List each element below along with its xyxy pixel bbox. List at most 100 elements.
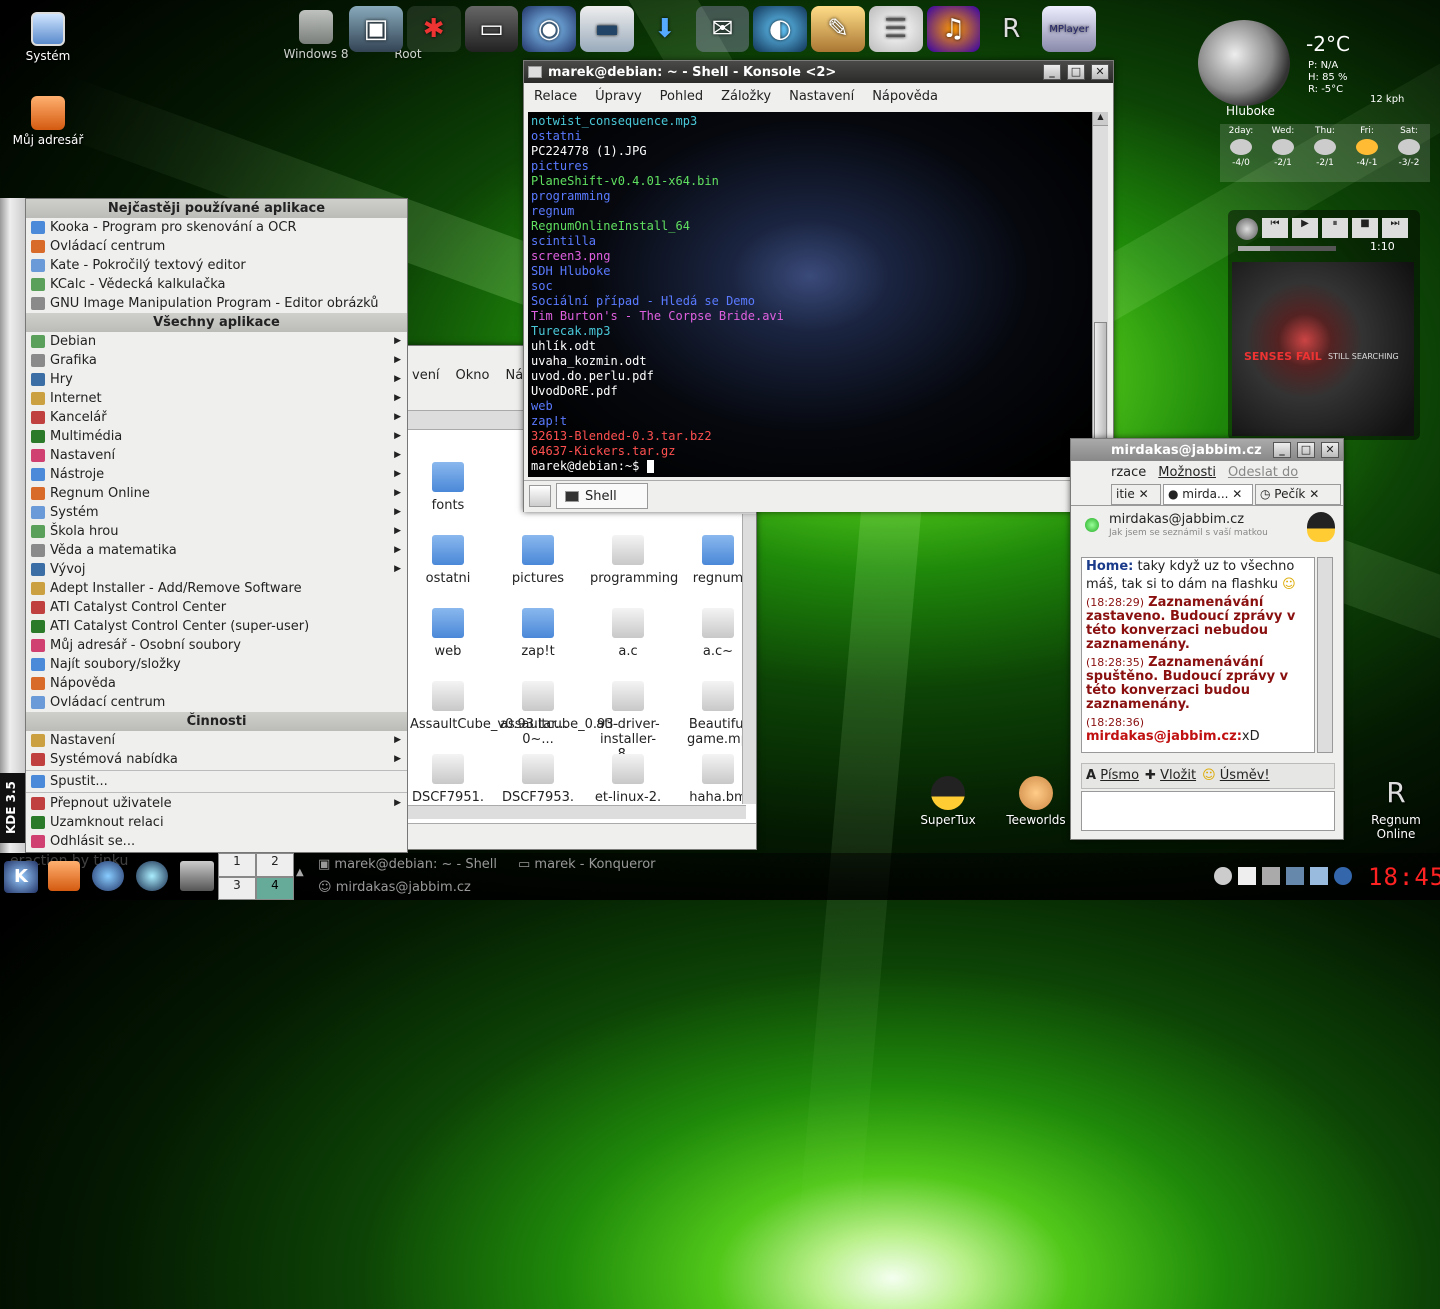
chat-log[interactable]: Home: taky když uz to všechno máš, tak si… bbox=[1081, 557, 1315, 753]
file-item[interactable]: assaultcube_0.93-0~... bbox=[500, 681, 618, 747]
pager-desktop-2[interactable]: 2 bbox=[256, 853, 294, 877]
file-item[interactable]: et-linux-2. bbox=[590, 754, 666, 805]
tray-tool-icon[interactable] bbox=[1262, 867, 1280, 885]
kmenu-item[interactable]: Nástroje ▶ bbox=[26, 465, 407, 484]
menu-item[interactable]: Možnosti bbox=[1158, 465, 1216, 480]
font-button[interactable]: A Písmo bbox=[1086, 768, 1139, 784]
kmenu-item[interactable]: Adept Installer - Add/Remove Software bbox=[26, 579, 407, 598]
tray-monitor-icon[interactable] bbox=[1310, 867, 1328, 885]
next-button[interactable]: ⏭ bbox=[1382, 218, 1408, 238]
dock-mplayer-icon[interactable]: MPlayer bbox=[1042, 6, 1096, 52]
kmenu-item[interactable]: Uzamknout relaci bbox=[26, 813, 407, 832]
tray-volume-icon[interactable] bbox=[1334, 867, 1352, 885]
menu-nastaveni[interactable]: Nastavení bbox=[789, 89, 854, 104]
close-button[interactable]: ✕ bbox=[1091, 64, 1109, 80]
file-item[interactable]: a.c bbox=[590, 608, 666, 659]
dock-dolphin-icon[interactable]: ◐ bbox=[753, 6, 808, 52]
kmenu-item[interactable]: Škola hrou ▶ bbox=[26, 522, 407, 541]
stop-button[interactable]: ■ bbox=[1352, 218, 1378, 238]
previous-button[interactable]: ⏮ bbox=[1262, 218, 1288, 238]
chat-scrollbar[interactable] bbox=[1317, 557, 1333, 753]
kmenu-item[interactable]: Systém ▶ bbox=[26, 503, 407, 522]
kmenu-item[interactable]: Odhlásit se... bbox=[26, 832, 407, 851]
task-konqueror[interactable]: ▭ marek - Konqueror bbox=[518, 857, 656, 872]
kmenu-item[interactable]: Grafika ▶ bbox=[26, 351, 407, 370]
kmenu-item[interactable]: Ovládací centrum bbox=[26, 237, 407, 256]
taskbar-arrow[interactable]: ▲ bbox=[296, 867, 304, 878]
kmenu-item[interactable]: Ovládací centrum bbox=[26, 693, 407, 712]
menu-zalozky[interactable]: Záložky bbox=[721, 89, 771, 104]
file-item[interactable]: ati-driver-installer-8... bbox=[590, 681, 666, 762]
desktop-launcher-icon[interactable] bbox=[180, 861, 214, 891]
dock-audacity-icon[interactable]: ♫ bbox=[926, 6, 981, 52]
kmenu-item[interactable]: Nastavení ▶ bbox=[26, 446, 407, 465]
kmenu-item[interactable]: Přepnout uživatele ▶ bbox=[26, 794, 407, 813]
dock-gimp-icon[interactable]: ✎ bbox=[811, 6, 865, 52]
menu-upravy[interactable]: Úpravy bbox=[595, 89, 641, 104]
desktop-icon-home[interactable]: Můj adresář bbox=[8, 96, 88, 147]
kmenu-button[interactable]: K bbox=[4, 861, 38, 893]
desktop-icon-supertux[interactable]: SuperTux bbox=[908, 776, 988, 827]
kmenu-item[interactable]: Multimédia ▶ bbox=[26, 427, 407, 446]
kmenu-item[interactable]: Hry ▶ bbox=[26, 370, 407, 389]
file-item[interactable]: DSCF7951. bbox=[410, 754, 486, 805]
kmenu-item[interactable]: Kooka - Program pro skenování a OCR bbox=[26, 218, 407, 237]
pager-desktop-1[interactable]: 1 bbox=[218, 853, 256, 877]
file-item[interactable]: programming bbox=[590, 535, 678, 586]
file-item[interactable]: AssaultCube_v0.93.tar... bbox=[410, 681, 568, 732]
dock-download-icon[interactable]: ⬇ bbox=[638, 6, 692, 52]
task-konsole[interactable]: ▣ marek@debian: ~ - Shell bbox=[318, 857, 497, 872]
horizontal-scrollbar[interactable] bbox=[406, 805, 746, 819]
chat-tab[interactable]: ◷ Pečík ✕ bbox=[1255, 484, 1341, 505]
menu-item[interactable]: vení bbox=[412, 368, 440, 410]
kmenu-item[interactable]: Kancelář ▶ bbox=[26, 408, 407, 427]
kmenu-item-run[interactable]: Spustit... bbox=[26, 772, 407, 791]
globe-launcher-icon[interactable] bbox=[92, 861, 124, 891]
task-chat[interactable]: ☺ mirdakas@jabbim.cz bbox=[318, 880, 471, 895]
maximize-button[interactable]: □ bbox=[1067, 64, 1085, 80]
dock-document-icon[interactable]: ☰ bbox=[868, 6, 923, 52]
terminal-output[interactable]: notwist_consequence.mp3 ostatni PC224778 (… bbox=[528, 112, 1092, 477]
desktop-icon-regnum[interactable]: R Regnum Online bbox=[1356, 776, 1436, 841]
kmenu-item[interactable]: ATI Catalyst Control Center (super-user) bbox=[26, 617, 407, 636]
desktop-icon-system[interactable]: Systém bbox=[8, 12, 88, 63]
dock-monitor-icon[interactable]: ▣ bbox=[349, 6, 403, 52]
kmenu-item[interactable]: Debian ▶ bbox=[26, 332, 407, 351]
browser-launcher-icon[interactable] bbox=[136, 861, 168, 891]
maximize-button[interactable]: □ bbox=[1297, 442, 1315, 458]
menu-item[interactable]: Okno bbox=[456, 368, 490, 410]
dock-browser-icon[interactable]: ◉ bbox=[522, 6, 577, 52]
menu-napoveda[interactable]: Nápověda bbox=[872, 89, 938, 104]
file-item[interactable]: DSCF7953. bbox=[500, 754, 576, 805]
kmenu-item[interactable]: Kate - Pokročilý textový editor bbox=[26, 256, 407, 275]
vertical-scrollbar[interactable] bbox=[742, 514, 756, 804]
kmenu-item[interactable]: Systémová nabídka ▶ bbox=[26, 750, 407, 769]
kmenu-item[interactable]: ATI Catalyst Control Center bbox=[26, 598, 407, 617]
message-input[interactable] bbox=[1081, 791, 1335, 831]
kmenu-item[interactable]: Internet ▶ bbox=[26, 389, 407, 408]
kmenu-item[interactable]: Věda a matematika ▶ bbox=[26, 541, 407, 560]
menu-relace[interactable]: Relace bbox=[534, 89, 577, 104]
minimize-button[interactable]: _ bbox=[1273, 442, 1291, 458]
kmenu-item[interactable]: KCalc - Vědecká kalkulačka bbox=[26, 275, 407, 294]
file-item[interactable]: pictures bbox=[500, 535, 576, 586]
close-button[interactable]: ✕ bbox=[1321, 442, 1339, 458]
progress-bar[interactable] bbox=[1238, 246, 1336, 251]
dock-pidgin-icon[interactable]: ✉ bbox=[695, 6, 750, 52]
file-item[interactable]: zap!t bbox=[500, 608, 576, 659]
kmenu-item[interactable]: Můj adresář - Osobní soubory bbox=[26, 636, 407, 655]
kmenu-item[interactable]: Vývoj ▶ bbox=[26, 560, 407, 579]
home-launcher-icon[interactable] bbox=[48, 861, 80, 891]
clock[interactable]: 18:45 bbox=[1368, 863, 1440, 891]
kmenu-item[interactable]: Nastavení ▶ bbox=[26, 731, 407, 750]
kmenu-item[interactable]: Nápověda bbox=[26, 674, 407, 693]
smiley-button[interactable]: ☺ Úsměv! bbox=[1202, 768, 1270, 784]
file-item[interactable]: fonts bbox=[410, 462, 486, 513]
new-session-button[interactable] bbox=[529, 485, 551, 507]
pager-desktop-3[interactable]: 3 bbox=[218, 876, 256, 900]
dock-scanner-icon[interactable]: ▬ bbox=[580, 6, 634, 52]
dock-molecule-icon[interactable]: ✱ bbox=[406, 6, 461, 52]
menu-item[interactable]: Odeslat do bbox=[1228, 465, 1298, 480]
chat-window[interactable]: mirdakas@jabbim.cz _ □ ✕ rzace Možnosti … bbox=[1070, 438, 1344, 840]
minimize-button[interactable]: _ bbox=[1043, 64, 1061, 80]
